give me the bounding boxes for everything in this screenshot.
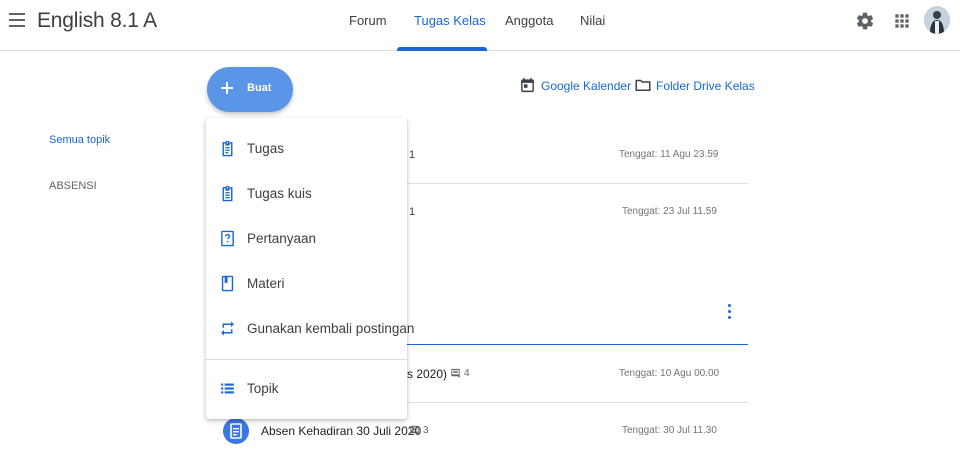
user-avatar[interactable] bbox=[924, 6, 950, 34]
row-4-due: Tenggat: 30 Jul 11.30 bbox=[622, 425, 717, 436]
menu-item-gunakan-kembali[interactable]: Gunakan kembali postingan bbox=[206, 308, 414, 350]
topic-icon bbox=[221, 383, 234, 394]
menu-item-materi[interactable]: Materi bbox=[206, 263, 407, 305]
menu-item-tugas-label: Tugas bbox=[247, 141, 285, 156]
create-menu: Tugas Tugas kuis Pertanyaan Materi Gunak… bbox=[206, 118, 414, 419]
class-drive-folder-label: Folder Drive Kelas bbox=[656, 79, 755, 93]
menu-item-materi-label: Materi bbox=[247, 276, 285, 291]
google-calendar-label: Google Kalender bbox=[541, 79, 632, 93]
plus-icon bbox=[221, 82, 233, 94]
row-4-title[interactable]: Absen Kehadiran 30 Juli 2020 bbox=[261, 424, 421, 438]
row-3-comment-count: 4 bbox=[464, 368, 470, 379]
row-1-title-fragment: 1 bbox=[409, 149, 416, 161]
menu-item-tugas-kuis[interactable]: Tugas kuis bbox=[206, 173, 407, 215]
menu-item-gunakan-kembali-label: Gunakan kembali postingan bbox=[247, 321, 415, 336]
row-3-title-fragment[interactable]: s 2020) bbox=[407, 367, 447, 381]
comment-icon bbox=[451, 368, 460, 379]
settings-gear-icon[interactable] bbox=[855, 11, 875, 31]
menu-divider bbox=[206, 359, 407, 360]
menu-item-pertanyaan-label: Pertanyaan bbox=[247, 231, 317, 246]
assignment-icon bbox=[230, 423, 242, 439]
folder-icon bbox=[635, 79, 651, 91]
class-title[interactable]: English 8.1 A bbox=[37, 9, 157, 33]
create-button-label: Buat bbox=[247, 82, 272, 94]
row-2-title-fragment: 1 bbox=[409, 206, 416, 218]
calendar-icon bbox=[521, 77, 534, 93]
menu-item-pertanyaan[interactable]: Pertanyaan bbox=[206, 218, 407, 260]
sidebar-item-absensi[interactable]: ABSENSI bbox=[49, 180, 97, 192]
user-avatar-image bbox=[924, 6, 950, 34]
create-button[interactable]: Buat bbox=[207, 67, 293, 112]
tab-anggota[interactable]: Anggota bbox=[505, 13, 553, 28]
comment-icon bbox=[410, 425, 419, 436]
row-1-due: Tenggat: 11 Agu 23.59 bbox=[619, 149, 719, 160]
tab-nilai[interactable]: Nilai bbox=[580, 13, 605, 28]
assignment-icon bbox=[222, 140, 233, 157]
row-2-due: Tenggat: 23 Jul 11.59 bbox=[622, 206, 717, 217]
assignment-type-badge bbox=[223, 418, 249, 444]
row-4-comment-count: 3 bbox=[423, 425, 429, 436]
tab-tugas-kelas[interactable]: Tugas Kelas bbox=[414, 13, 486, 28]
question-icon bbox=[221, 230, 234, 247]
apps-grid-icon[interactable] bbox=[892, 11, 912, 31]
active-tab-indicator bbox=[397, 47, 487, 51]
reuse-post-icon bbox=[221, 321, 234, 336]
menu-item-topik[interactable]: Topik bbox=[206, 368, 407, 410]
quiz-assignment-icon bbox=[222, 185, 233, 202]
menu-item-tugas-kuis-label: Tugas kuis bbox=[247, 186, 312, 201]
main-menu-icon[interactable] bbox=[9, 13, 25, 27]
row-3-due: Tenggat: 10 Agu 00.00 bbox=[619, 368, 720, 379]
menu-item-tugas[interactable]: Tugas bbox=[206, 128, 407, 170]
sidebar-item-all-topics[interactable]: Semua topik bbox=[49, 134, 110, 146]
tab-forum[interactable]: Forum bbox=[349, 13, 387, 28]
top-app-bar: English 8.1 A Forum Tugas Kelas Anggota … bbox=[0, 0, 960, 51]
material-icon bbox=[221, 275, 234, 292]
topic-more-options-icon[interactable] bbox=[726, 304, 732, 322]
menu-item-topik-label: Topik bbox=[247, 381, 279, 396]
